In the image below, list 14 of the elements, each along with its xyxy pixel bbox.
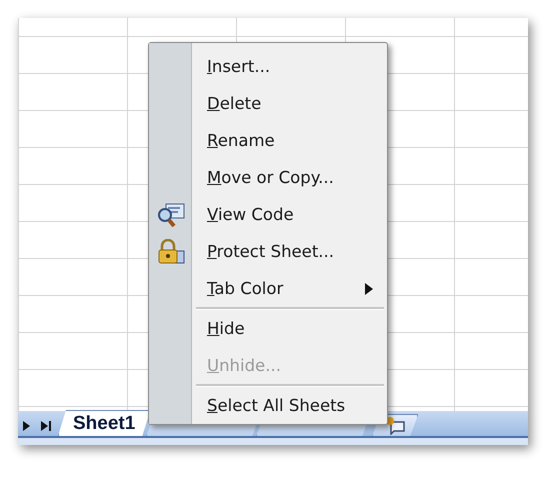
menu-item[interactable]: Select All Sheets bbox=[207, 396, 346, 415]
last-sheet-icon[interactable] bbox=[40, 420, 52, 432]
menu-item[interactable]: Protect Sheet... bbox=[207, 242, 334, 261]
menu-item[interactable]: Rename bbox=[207, 131, 275, 150]
menu-item[interactable]: Insert... bbox=[207, 57, 270, 76]
sheet-tab[interactable]: Sheet1 bbox=[58, 410, 150, 436]
menu-item[interactable]: Hide bbox=[207, 318, 245, 338]
menu-item[interactable]: Move or Copy... bbox=[207, 168, 334, 187]
search-window-icon bbox=[156, 202, 186, 228]
next-sheet-icon[interactable] bbox=[20, 420, 32, 432]
menu-item[interactable]: Delete bbox=[207, 94, 262, 113]
menu-item[interactable]: View Code bbox=[207, 205, 294, 224]
menu-item[interactable]: Tab Color bbox=[207, 279, 284, 298]
lock-icon bbox=[156, 238, 186, 264]
